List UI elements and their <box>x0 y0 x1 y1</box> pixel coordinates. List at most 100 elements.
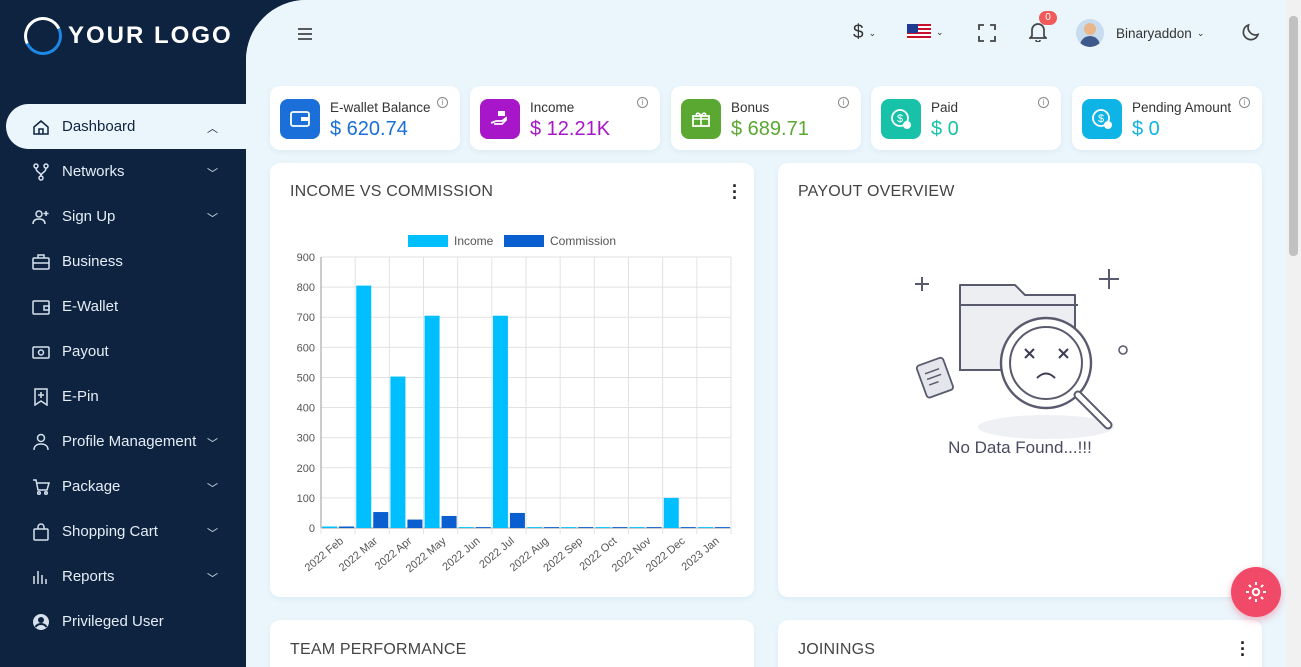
stat-card-bonus[interactable]: Bonus $ 689.71 i <box>671 86 861 150</box>
team-performance-panel: TEAM PERFORMANCE <box>270 620 754 667</box>
sidebar-item-label: Business <box>62 253 123 270</box>
sidebar: YOUR LOGO Dashboard ︿ Networks ﹀ Sign Up ﹀ Bus… <box>0 0 246 667</box>
panel-title: JOININGS <box>798 641 876 658</box>
bar-commission <box>680 527 696 528</box>
sidebar-item-dashboard[interactable]: Dashboard ︿ <box>6 104 246 149</box>
paid-coin-icon: $ <box>881 99 921 139</box>
bar-commission <box>373 512 389 528</box>
home-icon <box>32 118 50 136</box>
stat-card-pending-amount[interactable]: $ Pending Amount $ 0 i <box>1072 86 1262 150</box>
stat-label: Paid <box>931 100 959 115</box>
stat-value: $ 620.74 <box>330 118 408 140</box>
info-icon[interactable]: i <box>838 97 849 108</box>
gear-icon <box>1246 582 1266 602</box>
stat-label: Pending Amount <box>1132 100 1232 115</box>
income-commission-chart: 01002003004005006007008009002022 Feb2022… <box>297 234 732 575</box>
page-scrollbar[interactable] <box>1286 0 1301 667</box>
stat-card-e-wallet-balance[interactable]: E-wallet Balance $ 620.74 i <box>270 86 460 150</box>
bag-icon <box>32 522 50 541</box>
brand-logo[interactable]: YOUR LOGO <box>18 11 233 61</box>
y-tick-label: 400 <box>297 403 315 415</box>
logo-text: YOUR LOGO <box>68 22 233 49</box>
bonus-gift-icon <box>681 99 721 139</box>
chevron-down-icon: ⌄ <box>936 26 944 37</box>
income-commission-panel: INCOME VS COMMISSION · · · 0 100 200 300 400 50… <box>270 163 754 597</box>
sidebar-item-profile-management[interactable]: Profile Management ﹀ <box>0 419 246 464</box>
notification-badge: 0 <box>1039 11 1057 25</box>
stat-value: $ 0 <box>1132 118 1160 140</box>
bar-commission <box>612 527 628 528</box>
bar-commission <box>714 527 730 528</box>
stat-card-paid[interactable]: $ Paid $ 0 i <box>871 86 1061 150</box>
pin-bookmark-icon <box>32 387 50 406</box>
more-options-icon[interactable]: · · · <box>1240 634 1246 664</box>
y-tick-label: 800 <box>297 282 315 294</box>
chevron-down-icon: ﹀ <box>207 438 218 450</box>
bar-chart-icon <box>32 568 50 586</box>
stat-card-income[interactable]: Income $ 12.21K i <box>470 86 660 150</box>
hamburger-menu-icon[interactable] <box>298 25 312 40</box>
info-icon[interactable]: i <box>1239 97 1250 108</box>
bar-commission <box>441 515 457 528</box>
bar-income <box>595 527 611 528</box>
bar-commission <box>339 526 355 528</box>
bar-commission <box>475 527 491 528</box>
bar-income <box>322 526 338 528</box>
chevron-down-icon: ﹀ <box>207 528 218 540</box>
x-tick-label: 2023 Jan <box>679 535 721 573</box>
sidebar-item-shopping-cart[interactable]: Shopping Cart ﹀ <box>0 509 246 554</box>
chevron-down-icon: ﹀ <box>207 213 218 225</box>
user-plus-icon <box>32 208 50 226</box>
legend-label: Income <box>454 234 494 248</box>
cash-icon <box>32 343 50 361</box>
info-icon[interactable]: i <box>1038 97 1049 108</box>
dark-mode-moon-icon[interactable] <box>1241 22 1261 42</box>
sidebar-item-label: E-Pin <box>62 388 99 405</box>
y-tick-label: 200 <box>297 463 315 475</box>
y-tick-label: 500 <box>297 372 315 384</box>
stat-label: E-wallet Balance <box>330 100 431 115</box>
payout-overview-panel: PAYOUT OVERVIEW No Data Found...!!! <box>778 163 1262 597</box>
pending-coin-icon: $ <box>1082 99 1122 139</box>
chevron-down-icon: ⌄ <box>1196 27 1205 38</box>
bar-commission <box>407 519 423 528</box>
chevron-down-icon: ﹀ <box>207 573 218 585</box>
sidebar-item-privileged-user[interactable]: Privileged User <box>0 599 246 644</box>
sidebar-item-label: Package <box>62 478 121 495</box>
sidebar-item-networks[interactable]: Networks ﹀ <box>0 149 246 194</box>
stat-value: $ 12.21K <box>530 118 611 140</box>
notification-bell-icon[interactable] <box>1029 22 1047 42</box>
sidebar-item-label: Profile Management <box>62 433 197 450</box>
y-tick-label: 700 <box>297 312 315 324</box>
bar-commission <box>646 527 662 528</box>
sidebar-item-label: Payout <box>62 343 109 360</box>
settings-gear-button[interactable] <box>1231 567 1281 617</box>
sidebar-item-reports[interactable]: Reports ﹀ <box>0 554 246 599</box>
svg-text:$: $ <box>1098 113 1104 125</box>
user-menu[interactable]: Binaryaddon ⌄ <box>1076 19 1204 47</box>
wallet-icon <box>32 298 50 316</box>
sidebar-item-label: Shopping Cart <box>62 523 158 540</box>
y-tick-label: 900 <box>297 252 315 264</box>
fullscreen-icon[interactable] <box>978 24 996 42</box>
avatar <box>1076 19 1104 47</box>
sidebar-item-business[interactable]: Business <box>0 239 246 284</box>
sidebar-item-sign-up[interactable]: Sign Up ﹀ <box>0 194 246 239</box>
info-icon[interactable]: i <box>637 97 648 108</box>
stat-value: $ 689.71 <box>731 118 809 140</box>
username: Binaryaddon <box>1116 25 1192 41</box>
sidebar-item-label: Dashboard <box>62 118 136 135</box>
no-data-message: No Data Found...!!! <box>948 438 1092 457</box>
sidebar-item-e-wallet[interactable]: E-Wallet <box>0 284 246 329</box>
info-icon[interactable]: i <box>437 97 448 108</box>
sidebar-item-package[interactable]: Package ﹀ <box>0 464 246 509</box>
sidebar-item-label: Sign Up <box>62 208 116 225</box>
scrollbar-thumb[interactable] <box>1289 16 1298 256</box>
sidebar-item-e-pin[interactable]: E-Pin <box>0 374 246 419</box>
chevron-down-icon: ⌄ <box>868 27 877 38</box>
sidebar-item-payout[interactable]: Payout <box>0 329 246 374</box>
chevron-up-icon: ︿ <box>207 123 218 135</box>
language-dropdown[interactable]: ⌄ <box>907 24 944 40</box>
currency-dropdown[interactable]: $ ⌄ <box>853 22 876 44</box>
y-tick-label: 300 <box>297 433 315 445</box>
